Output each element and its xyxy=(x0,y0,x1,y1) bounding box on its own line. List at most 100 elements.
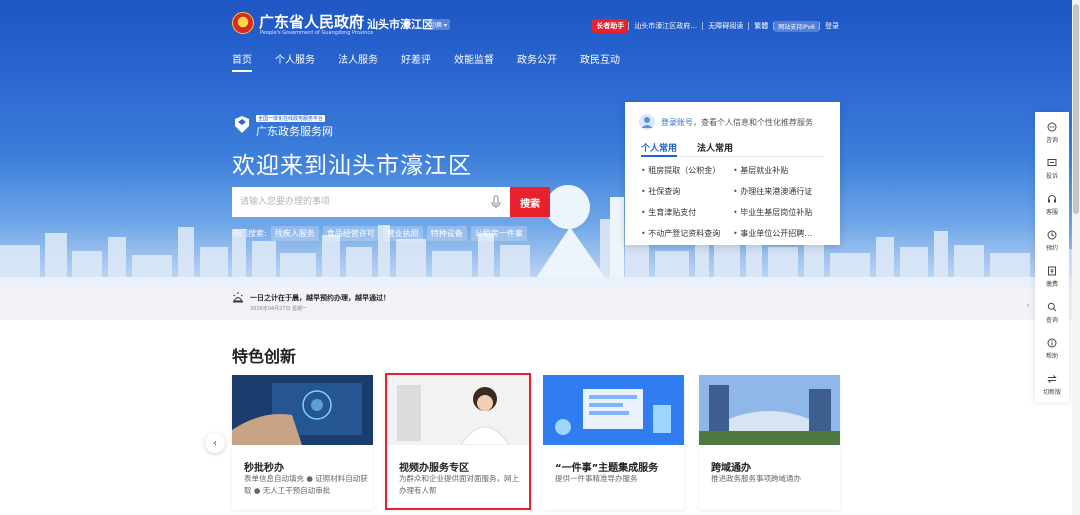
carousel-prev-button[interactable]: ‹ xyxy=(205,433,225,453)
sidebar-item-label: 投诉 xyxy=(1045,173,1058,180)
site-link[interactable]: 汕头市濠江区政府… xyxy=(629,21,702,31)
sidebar-collapse-button[interactable]: ‹ xyxy=(1027,302,1029,309)
sidebar-item-appointment[interactable]: 预约 xyxy=(1035,228,1069,258)
headset-icon xyxy=(1048,194,1056,203)
common-services-list: 租房提取（公积金） 基层就业补贴 社保查询 办理往来港澳通行证 生育津贴支付 毕… xyxy=(641,165,831,239)
payment-icon xyxy=(1048,266,1056,276)
card-image-illustration xyxy=(543,375,684,445)
national-emblem-icon xyxy=(232,12,254,34)
sidebar-item-label: 咨询 xyxy=(1045,137,1058,144)
login-prompt: 登录账号，查看个人信息和个性化推荐服务 xyxy=(661,117,813,128)
feature-card[interactable]: 秒批秒办 表单信息自动填充 ● 证照材料自动获取 ● 无人工干预自动审批 xyxy=(232,375,373,510)
sidebar-item-support[interactable]: 客服 xyxy=(1035,192,1069,222)
sidebar-item-consult[interactable]: 咨询 xyxy=(1035,120,1069,150)
list-item[interactable]: 不动产登记资料查询 xyxy=(641,228,733,239)
login-account-link[interactable]: 登录账号 xyxy=(661,118,693,127)
portal-logo-icon xyxy=(235,116,249,133)
hot-search-tag[interactable]: 食品经营许可 xyxy=(322,226,379,241)
search-button[interactable]: 搜索 xyxy=(510,187,550,217)
sunrise-icon xyxy=(233,292,243,303)
list-item[interactable]: 生育津贴支付 xyxy=(641,207,733,218)
accessible-reading-link[interactable]: 无障碍阅读 xyxy=(703,21,748,31)
search-input[interactable] xyxy=(232,187,511,217)
traditional-chinese-link[interactable]: 繁體 xyxy=(749,21,773,31)
nav-item-personal[interactable]: 个人服务 xyxy=(275,51,315,72)
site-title-english: People's Government of Guangdong Provinc… xyxy=(260,30,374,36)
region-switch-button[interactable]: 切换 ▾ xyxy=(427,19,450,30)
list-item[interactable]: 毕业生基层岗位补贴 xyxy=(733,207,833,218)
sidebar-item-query[interactable]: 查询 xyxy=(1035,300,1069,330)
card-title: 跨域通办 xyxy=(711,463,751,474)
list-item[interactable]: 事业单位公开招聘… xyxy=(733,228,833,239)
list-item[interactable]: 办理往来港澳通行证 xyxy=(733,186,833,197)
message-icon xyxy=(1047,159,1057,166)
side-toolbar: 咨询 投诉 客服 预约 缴费 查询 帮助 切新版 xyxy=(1035,112,1069,402)
list-item[interactable]: 基层就业补贴 xyxy=(733,165,833,176)
feature-card[interactable]: “一件事”主题集成服务 提供一件事精准导办服务 xyxy=(543,375,684,510)
sidebar-item-complaint[interactable]: 投诉 xyxy=(1035,156,1069,186)
chat-icon xyxy=(1047,122,1057,132)
info-icon xyxy=(1047,338,1057,348)
card-title: 秒批秒办 xyxy=(244,463,284,474)
login-panel: 登录账号，查看个人信息和个性化推荐服务 个人常用 法人常用 租房提取（公积金） … xyxy=(625,102,840,245)
portal-tag: 全国一体化在线政务服务平台 xyxy=(256,115,326,122)
sidebar-item-help[interactable]: 帮助 xyxy=(1035,336,1069,366)
tab-personal[interactable]: 个人常用 xyxy=(641,141,678,157)
nav-item-home[interactable]: 首页 xyxy=(232,51,252,72)
sidebar-item-payment[interactable]: 缴费 xyxy=(1035,264,1069,294)
panel-tabs: 个人常用 法人常用 xyxy=(641,141,824,157)
top-links: 长者助手 汕头市濠江区政府… 无障碍阅读 繁體 网站支持IPv6 登录 xyxy=(592,19,844,33)
card-title: 视频办服务专区 xyxy=(399,463,469,474)
chevron-left-icon: ‹ xyxy=(213,437,217,449)
search-bar: 搜索 xyxy=(232,187,550,217)
sidebar-item-label: 查询 xyxy=(1045,317,1058,324)
login-description: ，查看个人信息和个性化推荐服务 xyxy=(693,118,813,127)
notice-strip: 一日之计在于晨，越早预约办理，越早通过！ 2026年04月27日 星期一 xyxy=(0,287,1080,320)
nav-item-corporate[interactable]: 法人服务 xyxy=(338,51,378,72)
nav-item-review[interactable]: 好差评 xyxy=(401,51,431,72)
microphone-icon[interactable] xyxy=(489,195,503,209)
card-description: 提供一件事精准导办服务 xyxy=(555,474,638,483)
list-item[interactable]: 社保查询 xyxy=(641,186,733,197)
elder-assistant-button[interactable]: 长者助手 xyxy=(592,19,629,33)
nav-item-interaction[interactable]: 政民互动 xyxy=(580,51,620,72)
card-description: 表单信息自动填充 ● 证照材料自动获取 ● 无人工干预自动审批 xyxy=(244,474,368,495)
notice-date: 2026年04月27日 星期一 xyxy=(250,306,308,312)
feature-card[interactable]: 跨域通办 推进政务服务事项跨域通办 xyxy=(699,375,840,510)
section-title: 特色创新 xyxy=(232,347,297,366)
scrollbar-thumb[interactable] xyxy=(1073,4,1079,214)
card-description: 推进政务服务事项跨域通办 xyxy=(711,474,801,483)
card-title: “一件事”主题集成服务 xyxy=(555,463,659,474)
portal-name: 广东政务服务网 xyxy=(256,125,333,138)
hot-search-tag[interactable]: 特种设备 xyxy=(426,226,467,241)
swap-icon xyxy=(1047,375,1057,383)
card-image-agent xyxy=(387,375,529,445)
hot-search-tag[interactable]: 公租房一件事 xyxy=(470,226,527,241)
notice-text: 一日之计在于晨，越早预约办理，越早通过！ xyxy=(250,294,390,302)
sidebar-item-new-version[interactable]: 切新版 xyxy=(1035,372,1069,402)
search-icon xyxy=(1047,302,1057,312)
sidebar-item-label: 切新版 xyxy=(1042,389,1061,396)
hot-search-tag[interactable]: 残疾人服务 xyxy=(270,226,319,241)
login-link[interactable]: 登录 xyxy=(820,21,844,31)
sidebar-item-label: 帮助 xyxy=(1045,353,1058,360)
sidebar-item-label: 客服 xyxy=(1045,209,1058,216)
hot-search-tag[interactable]: 营业执照 xyxy=(382,226,423,241)
divider xyxy=(360,16,361,30)
card-image-touchscreen xyxy=(232,375,373,445)
feature-card-selected[interactable]: 视频办服务专区 为群众和企业提供面对面服务，网上办理有人帮 xyxy=(385,373,531,510)
site-title[interactable]: 广东省人民政府 xyxy=(259,11,364,32)
nav-item-disclosure[interactable]: 政务公开 xyxy=(517,51,557,72)
top-bar: 广东省人民政府 People's Government of Guangdong… xyxy=(232,10,844,40)
tab-corporate[interactable]: 法人常用 xyxy=(697,141,733,154)
ipv6-badge: 网站支持IPv6 xyxy=(774,20,819,32)
sidebar-item-label: 缴费 xyxy=(1045,281,1058,288)
hot-search-label: 热门搜索: xyxy=(232,229,267,238)
hero-banner xyxy=(0,0,1080,287)
welcome-heading: 欢迎来到汕头市濠江区 xyxy=(232,153,472,179)
sidebar-item-label: 预约 xyxy=(1045,245,1058,252)
hot-search: 热门搜索: 残疾人服务 食品经营许可 营业执照 特种设备 公租房一件事 xyxy=(232,226,527,241)
region-name: 汕头市濠江区 xyxy=(367,18,433,31)
nav-item-supervision[interactable]: 效能监督 xyxy=(454,51,494,72)
list-item[interactable]: 租房提取（公积金） xyxy=(641,165,733,176)
